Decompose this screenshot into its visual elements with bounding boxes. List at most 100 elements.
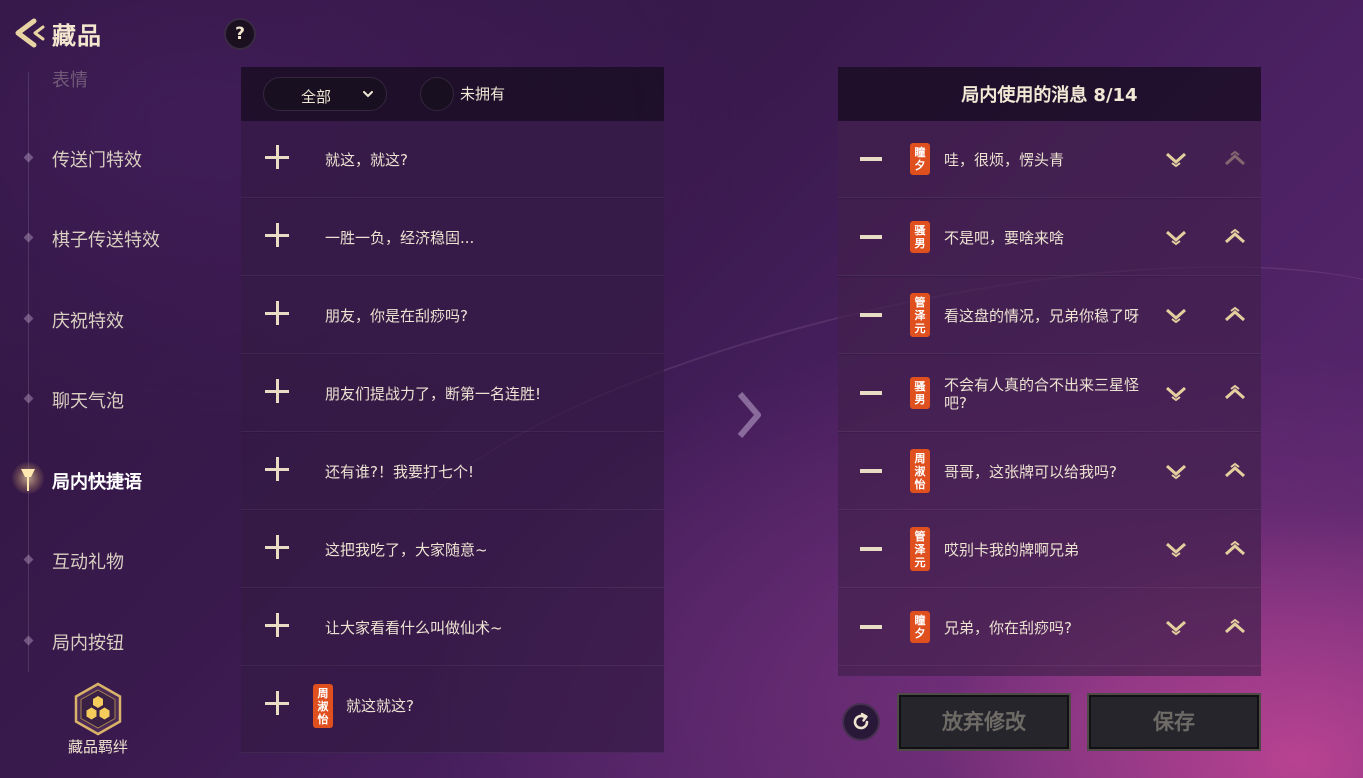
- collection-bond-button[interactable]: 藏品羁绊: [58, 682, 138, 762]
- badge-char: 淑: [317, 699, 329, 713]
- badge-char: 瞳: [914, 146, 926, 159]
- ownership-filter-dropdown[interactable]: 全部: [263, 77, 387, 111]
- library-filter-bar: 全部 未拥有: [241, 67, 664, 121]
- badge-char: 怡: [914, 477, 926, 491]
- message-text: 不是吧，要啥来啥: [944, 228, 1065, 247]
- move-up-icon[interactable]: [1223, 461, 1247, 481]
- sidebar-item-interactive-gifts[interactable]: 互动礼物: [0, 540, 230, 580]
- selected-row: 骚 男 不会有人真的合不出来三星怪吧?: [838, 355, 1261, 432]
- badge-char: 男: [914, 237, 926, 250]
- add-icon[interactable]: [265, 145, 291, 171]
- message-text: 不会有人真的合不出来三星怪吧?: [944, 375, 1140, 412]
- remove-icon[interactable]: [860, 235, 882, 239]
- add-icon[interactable]: [265, 301, 291, 327]
- library-row: 朋友们提战力了，断第一名连胜!: [241, 355, 664, 432]
- move-up-icon[interactable]: [1223, 305, 1247, 325]
- reset-button[interactable]: [842, 703, 880, 741]
- help-button[interactable]: ?: [224, 18, 256, 50]
- sidebar-item-piece-teleport-effects[interactable]: 棋子传送特效: [0, 218, 230, 258]
- move-down-icon[interactable]: [1164, 617, 1188, 637]
- selected-row: 瞳 夕 兄弟，你在刮痧吗?: [838, 589, 1261, 666]
- remove-icon[interactable]: [860, 391, 882, 395]
- badge-char: 周: [914, 451, 926, 465]
- badge-char: 瞳: [914, 614, 926, 627]
- sidebar-item-emotes[interactable]: 表情: [0, 58, 230, 98]
- save-button[interactable]: 保存: [1087, 693, 1261, 751]
- move-down-icon[interactable]: [1164, 461, 1188, 481]
- sidebar-item-label: 庆祝特效: [52, 311, 124, 332]
- sidebar-item-label: 局内按钮: [52, 633, 124, 654]
- sidebar-item-chat-bubbles[interactable]: 聊天气泡: [0, 379, 230, 419]
- move-down-icon[interactable]: [1164, 305, 1188, 325]
- move-down-icon[interactable]: [1164, 227, 1188, 247]
- library-row: 还有谁?！我要打七个!: [241, 433, 664, 510]
- sidebar-item-portal-effects[interactable]: 传送门特效: [0, 138, 230, 178]
- selected-row: 管 泽 元 哎别卡我的牌啊兄弟: [838, 511, 1261, 588]
- selected-row: 瞳 夕 哇，很烦，愣头青: [838, 121, 1261, 198]
- move-up-icon[interactable]: [1223, 227, 1247, 247]
- add-icon[interactable]: [265, 379, 291, 405]
- phrase-text: 让大家看看什么叫做仙术~: [325, 618, 503, 637]
- phrase-text: 一胜一负，经济稳固...: [325, 228, 475, 247]
- back-arrow-icon[interactable]: [12, 18, 46, 48]
- character-badge: 周 淑 怡: [313, 684, 333, 728]
- add-icon[interactable]: [265, 613, 291, 639]
- library-row: 这把我吃了，大家随意~: [241, 511, 664, 588]
- remove-icon[interactable]: [860, 547, 882, 551]
- selected-row-partial: [838, 667, 1261, 676]
- add-icon[interactable]: [265, 691, 291, 717]
- sidebar-item-celebration-effects[interactable]: 庆祝特效: [0, 299, 230, 339]
- discard-changes-button[interactable]: 放弃修改: [897, 693, 1071, 751]
- sidebar-item-label: 聊天气泡: [52, 391, 124, 412]
- phrase-text: 就这，就这?: [325, 150, 408, 169]
- sidebar-item-label: 局内快捷语: [52, 472, 142, 493]
- chevron-down-icon: [363, 91, 373, 98]
- selected-count: 8/14: [1093, 85, 1138, 106]
- move-down-icon[interactable]: [1164, 539, 1188, 559]
- selected-row: 周 淑 怡 哥哥，这张牌可以给我吗?: [838, 433, 1261, 510]
- selected-header: 局内使用的消息 8/14: [838, 67, 1261, 121]
- remove-icon[interactable]: [860, 469, 882, 473]
- character-badge: 管 泽 元: [910, 527, 930, 571]
- badge-char: 骚: [914, 224, 926, 237]
- message-text: 看这盘的情况，兄弟你稳了呀: [944, 306, 1140, 325]
- badge-char: 泽: [914, 542, 926, 556]
- badge-char: 男: [914, 393, 926, 406]
- badge-char: 元: [914, 321, 926, 335]
- add-icon[interactable]: [265, 457, 291, 483]
- message-text: 兄弟，你在刮痧吗?: [944, 618, 1072, 637]
- character-badge: 周 淑 怡: [910, 449, 930, 493]
- character-badge: 瞳 夕: [910, 611, 930, 643]
- diamond-icon: [23, 554, 34, 565]
- sidebar-item-quick-phrases[interactable]: 局内快捷语: [0, 460, 230, 500]
- add-icon[interactable]: [265, 535, 291, 561]
- remove-icon[interactable]: [860, 313, 882, 317]
- move-down-icon[interactable]: [1164, 383, 1188, 403]
- move-up-icon[interactable]: [1223, 617, 1247, 637]
- move-up-icon[interactable]: [1223, 539, 1247, 559]
- diamond-icon: [23, 152, 34, 163]
- add-icon[interactable]: [265, 223, 291, 249]
- sidebar-item-ingame-buttons[interactable]: 局内按钮: [0, 621, 230, 661]
- badge-char: 骚: [914, 380, 926, 393]
- sidebar-item-label: 互动礼物: [52, 552, 124, 573]
- diamond-icon: [23, 232, 34, 243]
- move-down-icon[interactable]: [1164, 149, 1188, 169]
- character-badge: 管 泽 元: [910, 293, 930, 337]
- selected-row: 管 泽 元 看这盘的情况，兄弟你稳了呀: [838, 277, 1261, 354]
- unowned-toggle[interactable]: [420, 77, 454, 111]
- move-up-icon[interactable]: [1223, 149, 1247, 169]
- move-up-icon[interactable]: [1223, 383, 1247, 403]
- sidebar-item-label: 传送门特效: [52, 150, 142, 171]
- phrase-text: 朋友，你是在刮痧吗?: [325, 306, 468, 325]
- badge-char: 管: [914, 529, 926, 543]
- badge-char: 元: [914, 555, 926, 569]
- badge-char: 夕: [914, 627, 926, 640]
- message-text: 哇，很烦，愣头青: [944, 150, 1065, 169]
- lamp-icon: [21, 469, 35, 491]
- character-badge: 骚 男: [910, 221, 930, 253]
- remove-icon[interactable]: [860, 625, 882, 629]
- remove-icon[interactable]: [860, 157, 882, 161]
- badge-char: 怡: [317, 712, 329, 726]
- phrase-text: 就这就这?: [346, 696, 414, 715]
